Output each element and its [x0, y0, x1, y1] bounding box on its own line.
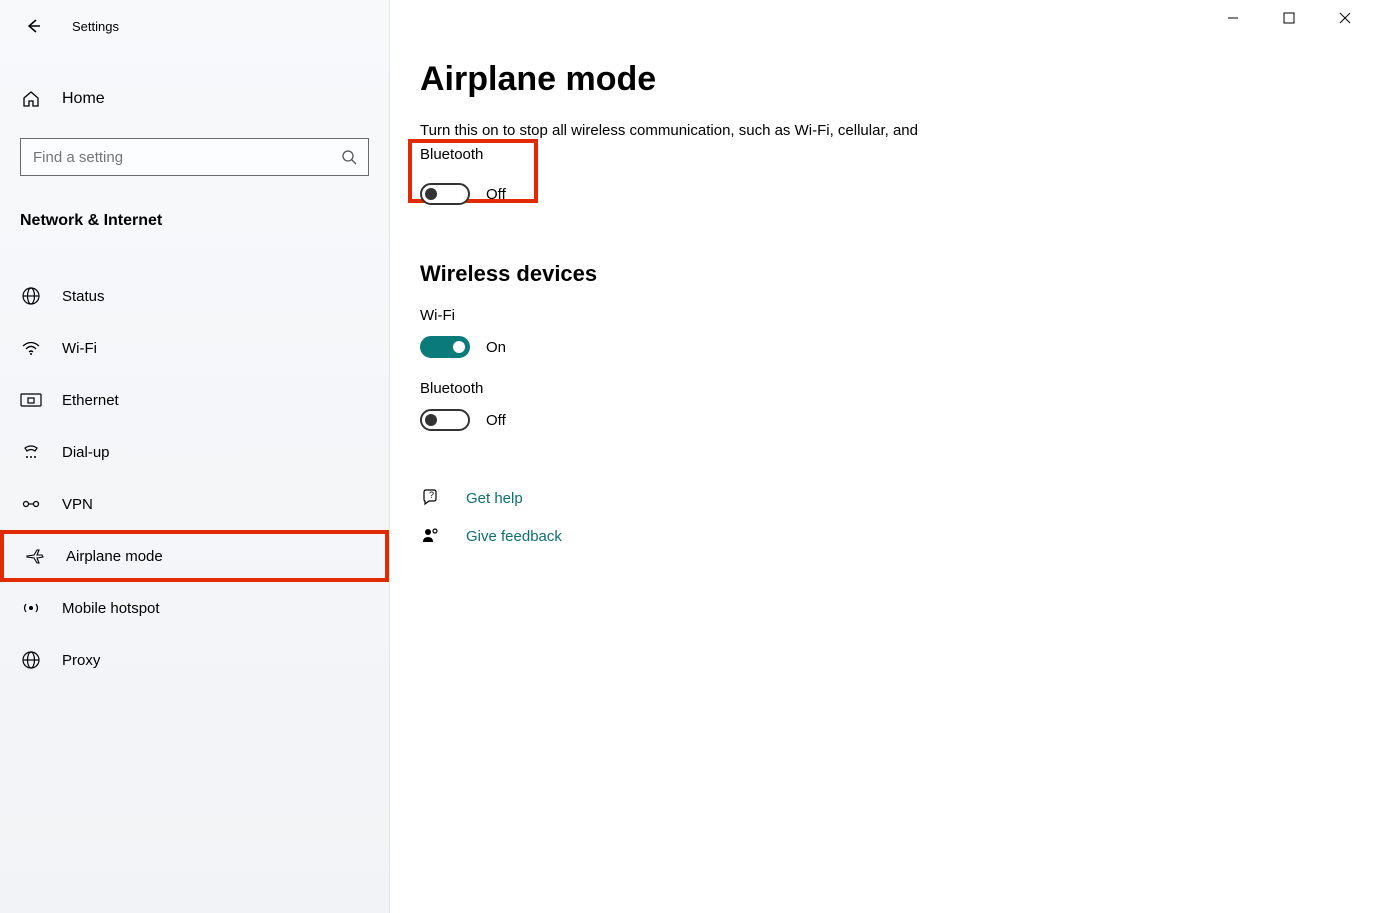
bluetooth-device-block: Bluetooth Off	[420, 380, 1343, 431]
sidebar-item-proxy[interactable]: Proxy	[0, 634, 389, 686]
bluetooth-toggle[interactable]	[420, 409, 470, 431]
sidebar-item-mobile-hotspot[interactable]: Mobile hotspot	[0, 582, 389, 634]
sidebar-item-label: Mobile hotspot	[62, 600, 160, 617]
proxy-icon	[20, 649, 42, 671]
page-description: Turn this on to stop all wireless commun…	[420, 119, 980, 167]
help-icon: ?	[420, 487, 442, 509]
search-input[interactable]	[20, 138, 369, 176]
search-icon	[341, 149, 357, 165]
wireless-devices-heading: Wireless devices	[420, 261, 1343, 287]
sidebar-item-status[interactable]: Status	[0, 270, 389, 322]
back-icon[interactable]	[22, 15, 44, 37]
home-icon	[20, 88, 42, 110]
airplane-mode-toggle[interactable]	[420, 183, 470, 205]
get-help-link[interactable]: Get help	[466, 490, 523, 507]
airplane-mode-toggle-label: Off	[486, 186, 506, 203]
sidebar-item-label: Status	[62, 288, 105, 305]
bluetooth-device-label: Bluetooth	[420, 380, 1343, 397]
ethernet-icon	[20, 389, 42, 411]
sidebar-item-home[interactable]: Home	[0, 70, 389, 128]
sidebar-item-vpn[interactable]: VPN	[0, 478, 389, 530]
wifi-device-label: Wi-Fi	[420, 307, 1343, 324]
sidebar-section-header: Network & Internet	[0, 176, 389, 230]
sidebar-item-label: Wi-Fi	[62, 340, 97, 357]
sidebar: Settings Home Network & Internet Status …	[0, 0, 390, 913]
airplane-icon	[24, 545, 46, 567]
dialup-icon	[20, 441, 42, 463]
sidebar-item-label: Ethernet	[62, 392, 119, 409]
wifi-device-block: Wi-Fi On	[420, 307, 1343, 358]
vpn-icon	[20, 493, 42, 515]
sidebar-item-dialup[interactable]: Dial-up	[0, 426, 389, 478]
sidebar-item-label: VPN	[62, 496, 93, 513]
hotspot-icon	[20, 597, 42, 619]
svg-text:?: ?	[429, 490, 434, 500]
wifi-toggle-label: On	[486, 339, 506, 356]
airplane-mode-toggle-row: Off	[420, 183, 506, 205]
help-links: ? Get help Give feedback	[420, 487, 1343, 547]
status-icon	[20, 285, 42, 307]
sidebar-item-label: Airplane mode	[66, 548, 163, 565]
bluetooth-toggle-label: Off	[486, 412, 506, 429]
window-title: Settings	[72, 19, 119, 34]
sidebar-item-wifi[interactable]: Wi-Fi	[0, 322, 389, 374]
page-title: Airplane mode	[420, 60, 1343, 99]
wifi-icon	[20, 337, 42, 359]
wifi-toggle[interactable]	[420, 336, 470, 358]
main-content: Airplane mode Turn this on to stop all w…	[390, 0, 1373, 913]
sidebar-nav-list: Status Wi-Fi Ethernet Dial-up VPN	[0, 270, 389, 686]
give-feedback-link[interactable]: Give feedback	[466, 528, 562, 545]
sidebar-item-ethernet[interactable]: Ethernet	[0, 374, 389, 426]
sidebar-home-label: Home	[62, 90, 105, 108]
sidebar-item-label: Dial-up	[62, 444, 110, 461]
feedback-icon	[420, 525, 442, 547]
sidebar-item-label: Proxy	[62, 652, 100, 669]
sidebar-item-airplane-mode[interactable]: Airplane mode	[0, 530, 389, 582]
